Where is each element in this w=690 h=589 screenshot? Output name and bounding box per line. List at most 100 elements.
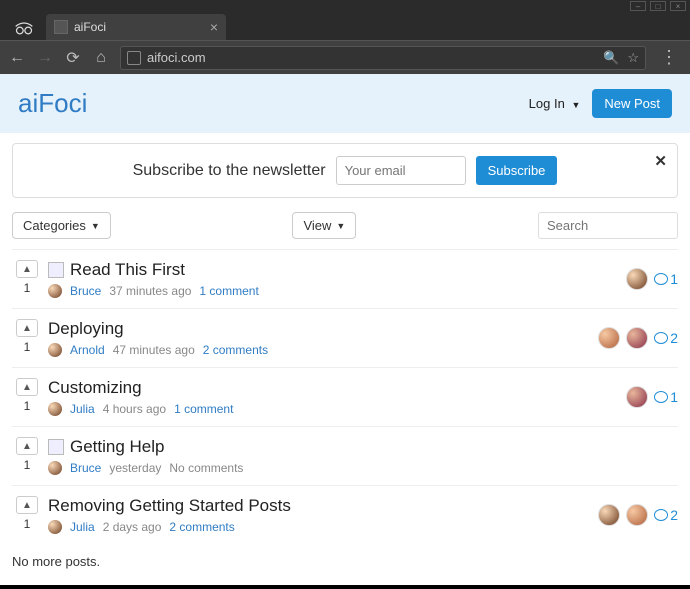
post-right: 1 <box>626 268 678 290</box>
browser-toolbar: ← → ⟳ ⌂ aifoci.com 🔍 ☆ ⋮ <box>0 40 690 74</box>
comments-link[interactable]: 2 comments <box>203 343 268 357</box>
site-logo[interactable]: aiFoci <box>18 88 87 119</box>
favicon-icon <box>54 20 68 34</box>
search-input[interactable] <box>538 212 678 239</box>
post-right: 1 <box>626 386 678 408</box>
newsletter-email-input[interactable] <box>336 156 466 185</box>
comment-bubble-icon <box>654 332 668 344</box>
categories-label: Categories <box>23 218 86 233</box>
reload-button[interactable]: ⟳ <box>64 48 82 68</box>
page-content: aiFoci Log In ▼ New Post Subscribe to th… <box>0 74 690 585</box>
upvote-button[interactable]: ▲ <box>16 496 38 514</box>
url-bar[interactable]: aifoci.com 🔍 ☆ <box>120 46 646 70</box>
author-avatar[interactable] <box>48 461 62 475</box>
post-row: ▲1Removing Getting Started PostsJulia2 d… <box>12 485 678 544</box>
vote-widget: ▲1 <box>12 378 42 413</box>
controls-bar: Categories ▼ View ▼ <box>12 212 678 239</box>
author-avatar[interactable] <box>48 284 62 298</box>
bookmark-star-icon[interactable]: ☆ <box>627 50 639 66</box>
vote-widget: ▲1 <box>12 496 42 531</box>
site-info-icon[interactable] <box>127 51 141 65</box>
comment-bubble-icon <box>654 273 668 285</box>
login-dropdown[interactable]: Log In ▼ <box>529 96 581 111</box>
post-right: 2 <box>598 504 678 526</box>
back-button[interactable]: ← <box>8 49 26 67</box>
window-minimize-button[interactable]: – <box>630 1 646 11</box>
comment-bubble-icon <box>654 509 668 521</box>
post-time: 47 minutes ago <box>113 343 195 357</box>
tab-strip: aiFoci × <box>0 12 690 40</box>
comment-count-link[interactable]: 1 <box>654 389 678 405</box>
commenter-avatar[interactable] <box>598 327 620 349</box>
author-link[interactable]: Bruce <box>70 284 101 298</box>
comment-count-link[interactable]: 2 <box>654 330 678 346</box>
author-link[interactable]: Bruce <box>70 461 101 475</box>
new-post-button[interactable]: New Post <box>592 89 672 118</box>
home-button[interactable]: ⌂ <box>92 49 110 67</box>
vote-widget: ▲1 <box>12 437 42 472</box>
comments-link[interactable]: 1 comment <box>174 402 233 416</box>
commenter-avatar[interactable] <box>626 504 648 526</box>
browser-menu-button[interactable]: ⋮ <box>656 47 682 68</box>
chevron-down-icon: ▼ <box>91 221 100 231</box>
view-dropdown[interactable]: View ▼ <box>292 212 356 239</box>
author-link[interactable]: Julia <box>70 402 95 416</box>
post-row: ▲1DeployingArnold47 minutes ago2 comment… <box>12 308 678 367</box>
close-icon[interactable]: ✕ <box>654 152 667 170</box>
window-titlebar: – □ × <box>0 0 690 12</box>
comment-count-link[interactable]: 2 <box>654 507 678 523</box>
post-title-link[interactable]: Removing Getting Started Posts <box>48 496 291 516</box>
vote-widget: ▲1 <box>12 319 42 354</box>
upvote-button[interactable]: ▲ <box>16 260 38 278</box>
vote-widget: ▲1 <box>12 260 42 295</box>
post-title-link[interactable]: Read This First <box>70 260 185 280</box>
browser-tab[interactable]: aiFoci × <box>46 14 226 40</box>
newsletter-banner: Subscribe to the newsletter Subscribe ✕ <box>12 143 678 198</box>
comment-count-link[interactable]: 1 <box>654 271 678 287</box>
post-title-link[interactable]: Getting Help <box>70 437 165 457</box>
site-footer: Powered by Telescope <box>12 579 678 585</box>
forward-button: → <box>36 49 54 67</box>
window-maximize-button[interactable]: □ <box>650 1 666 11</box>
post-title-link[interactable]: Deploying <box>48 319 124 339</box>
author-avatar[interactable] <box>48 402 62 416</box>
comments-link[interactable]: 1 comment <box>199 284 258 298</box>
no-more-posts-label: No more posts. <box>12 544 678 579</box>
author-avatar[interactable] <box>48 520 62 534</box>
vote-count: 1 <box>12 399 42 413</box>
post-row: ▲1CustomizingJulia4 hours ago1 comment1 <box>12 367 678 426</box>
vote-count: 1 <box>12 458 42 472</box>
window-close-button[interactable]: × <box>670 1 686 11</box>
upvote-button[interactable]: ▲ <box>16 319 38 337</box>
author-link[interactable]: Arnold <box>70 343 105 357</box>
upvote-button[interactable]: ▲ <box>16 378 38 396</box>
author-avatar[interactable] <box>48 343 62 357</box>
categories-dropdown[interactable]: Categories ▼ <box>12 212 111 239</box>
post-thumbnail <box>48 439 64 455</box>
post-right: 2 <box>598 327 678 349</box>
post-time: yesterday <box>109 461 161 475</box>
post-row: ▲1Read This FirstBruce37 minutes ago1 co… <box>12 249 678 308</box>
vote-count: 1 <box>12 517 42 531</box>
comment-bubble-icon <box>654 391 668 403</box>
subscribe-button[interactable]: Subscribe <box>476 156 558 185</box>
author-link[interactable]: Julia <box>70 520 95 534</box>
vote-count: 1 <box>12 281 42 295</box>
comments-link[interactable]: 2 comments <box>169 520 234 534</box>
commenter-avatar[interactable] <box>626 268 648 290</box>
incognito-icon <box>8 16 40 40</box>
upvote-button[interactable]: ▲ <box>16 437 38 455</box>
site-header: aiFoci Log In ▼ New Post <box>0 74 690 133</box>
tab-title: aiFoci <box>74 20 106 34</box>
post-row: ▲1Getting HelpBruceyesterdayNo comments <box>12 426 678 485</box>
post-thumbnail <box>48 262 64 278</box>
commenter-avatar[interactable] <box>626 386 648 408</box>
zoom-icon[interactable]: 🔍 <box>603 50 619 66</box>
commenter-avatar[interactable] <box>626 327 648 349</box>
comments-link[interactable]: No comments <box>169 461 243 475</box>
commenter-avatar[interactable] <box>598 504 620 526</box>
login-label: Log In <box>529 96 565 111</box>
tab-close-button[interactable]: × <box>210 19 218 35</box>
post-title-link[interactable]: Customizing <box>48 378 142 398</box>
vote-count: 1 <box>12 340 42 354</box>
